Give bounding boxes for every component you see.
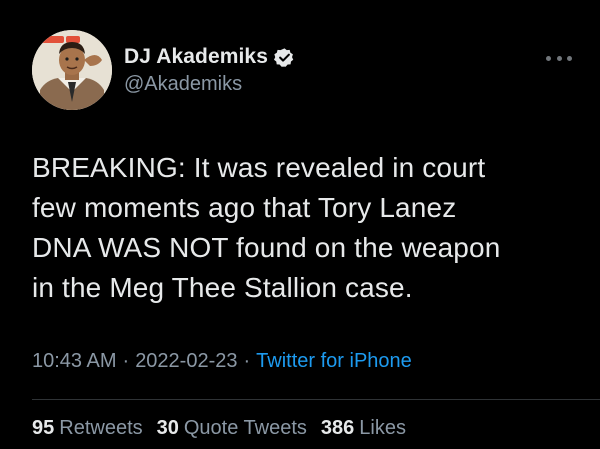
tweet-meta: 10:43 AM · 2022-02-23 · Twitter for iPhone xyxy=(32,350,412,373)
meta-separator: · xyxy=(243,350,251,372)
name-row: DJ Akademiks xyxy=(124,44,295,70)
more-dot xyxy=(556,55,562,61)
tweet-stats: 95 Retweets 30 Quote Tweets 386 Likes xyxy=(32,417,420,440)
more-dot xyxy=(567,55,572,61)
tweet-text: BREAKING: It was revealed in court few m… xyxy=(32,148,580,308)
divider xyxy=(32,399,600,400)
tweet-line: DNA WAS NOT found on the weapon xyxy=(32,232,501,263)
tweet-line: BREAKING: It was revealed in court xyxy=(32,152,486,183)
verified-badge-icon xyxy=(274,47,295,68)
tweet-time[interactable]: 10:43 AM xyxy=(32,350,117,372)
avatar[interactable] xyxy=(32,30,112,110)
meta-separator: · xyxy=(122,350,130,372)
display-name[interactable]: DJ Akademiks xyxy=(124,45,268,69)
more-dot xyxy=(546,55,551,61)
tweet-line: in the Meg Thee Stallion case. xyxy=(32,272,413,303)
likes-stat[interactable]: 386 Likes xyxy=(321,417,406,440)
retweets-count: 95 xyxy=(32,417,55,439)
quotes-label: Quote Tweets xyxy=(183,417,307,439)
tweet-card: DJ Akademiks @Akademiks BREAKING: It was… xyxy=(0,0,600,449)
likes-count: 386 xyxy=(320,417,355,439)
tweet-source-link[interactable]: Twitter for iPhone xyxy=(256,350,412,372)
quotes-count: 30 xyxy=(156,417,179,439)
tweet-date[interactable]: 2022-02-23 xyxy=(135,350,237,372)
retweets-label: Retweets xyxy=(59,417,143,439)
likes-label: Likes xyxy=(359,417,406,439)
quote-tweets-stat[interactable]: 30 Quote Tweets xyxy=(157,417,307,440)
profile-photo xyxy=(32,30,112,110)
tweet-line: few moments ago that Tory Lanez xyxy=(32,192,457,223)
more-horizontal-icon[interactable] xyxy=(546,52,572,64)
handle[interactable]: @Akademiks xyxy=(124,73,295,96)
retweets-stat[interactable]: 95 Retweets xyxy=(32,417,143,440)
author-info: DJ Akademiks @Akademiks xyxy=(124,44,295,96)
